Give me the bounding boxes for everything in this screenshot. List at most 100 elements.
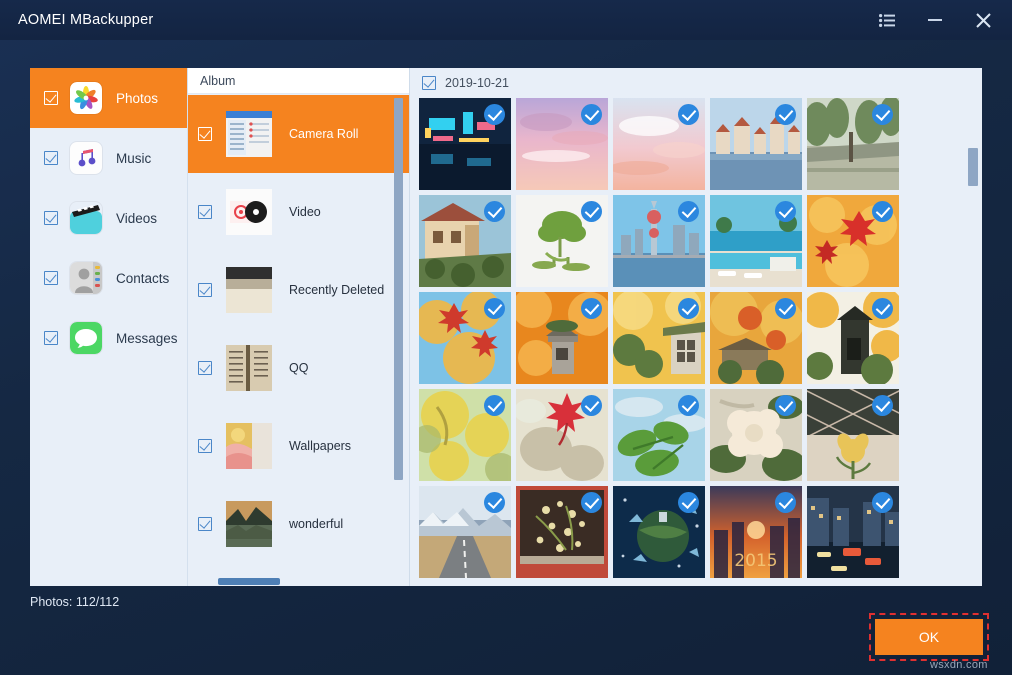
photo-check-badge[interactable]: [872, 395, 893, 416]
photo-thumbnail[interactable]: [613, 98, 705, 190]
window-controls: [876, 9, 994, 31]
album-item-wallpapers[interactable]: Wallpapers: [188, 407, 409, 485]
photo-grid: 2015: [419, 98, 982, 586]
photo-check-badge[interactable]: [581, 298, 602, 319]
close-icon[interactable]: [972, 9, 994, 31]
album-item-video[interactable]: Video: [188, 173, 409, 251]
photo-thumbnail[interactable]: [710, 389, 802, 481]
album-checkbox[interactable]: [198, 517, 212, 531]
photo-thumbnail[interactable]: [419, 195, 511, 287]
sidebar-item-videos[interactable]: Videos: [30, 188, 187, 248]
messages-app-icon: [70, 322, 102, 354]
album-item-label: Camera Roll: [289, 127, 358, 141]
photo-check-badge[interactable]: [678, 298, 699, 319]
main-content: Photos Music: [30, 68, 982, 586]
messages-checkbox[interactable]: [44, 331, 58, 345]
minimize-icon[interactable]: [924, 9, 946, 31]
album-horizontal-scrollbar[interactable]: [218, 578, 280, 585]
photo-thumbnail[interactable]: [613, 195, 705, 287]
photo-check-badge[interactable]: [484, 492, 505, 513]
photo-check-badge[interactable]: [678, 104, 699, 125]
photo-thumbnail[interactable]: [516, 292, 608, 384]
album-item-label: Wallpapers: [289, 439, 351, 453]
photo-check-badge[interactable]: [484, 298, 505, 319]
photo-check-badge[interactable]: [678, 201, 699, 222]
album-checkbox[interactable]: [198, 439, 212, 453]
sidebar-item-label: Messages: [116, 331, 178, 346]
photo-check-badge[interactable]: [775, 395, 796, 416]
album-item-recently-deleted[interactable]: Recently Deleted: [188, 251, 409, 329]
sidebar-item-photos[interactable]: Photos: [30, 68, 187, 128]
music-app-icon: [70, 142, 102, 174]
photo-thumbnail[interactable]: [807, 98, 899, 190]
album-scrollbar-thumb[interactable]: [394, 98, 403, 480]
album-item-camera-roll[interactable]: Camera Roll: [188, 95, 409, 173]
photo-thumbnail[interactable]: [613, 486, 705, 578]
photo-check-badge[interactable]: [581, 104, 602, 125]
music-checkbox[interactable]: [44, 151, 58, 165]
photos-checkbox[interactable]: [44, 91, 58, 105]
photo-thumbnail[interactable]: [710, 195, 802, 287]
photo-check-badge[interactable]: [581, 201, 602, 222]
photo-check-badge[interactable]: [775, 201, 796, 222]
photo-check-badge[interactable]: [581, 395, 602, 416]
photo-check-badge[interactable]: [581, 492, 602, 513]
album-checkbox[interactable]: [198, 205, 212, 219]
date-group-checkbox[interactable]: [422, 76, 436, 90]
contacts-checkbox[interactable]: [44, 271, 58, 285]
photo-check-badge[interactable]: [872, 201, 893, 222]
album-checkbox[interactable]: [198, 283, 212, 297]
photo-thumbnail[interactable]: [807, 389, 899, 481]
photo-check-badge[interactable]: [775, 298, 796, 319]
photo-thumbnail[interactable]: [613, 292, 705, 384]
photo-check-badge[interactable]: [775, 492, 796, 513]
app-title: AOMEI MBackupper: [18, 12, 153, 28]
sidebar-item-label: Contacts: [116, 271, 169, 286]
watermark: wsxdn.com: [930, 659, 988, 671]
photo-thumbnail[interactable]: [516, 195, 608, 287]
photo-thumbnail[interactable]: [419, 389, 511, 481]
album-checkbox[interactable]: [198, 361, 212, 375]
ok-button-area: OK: [869, 613, 989, 661]
album-item-qq[interactable]: QQ: [188, 329, 409, 407]
sidebar-item-music[interactable]: Music: [30, 128, 187, 188]
photo-thumbnail[interactable]: [710, 98, 802, 190]
videos-checkbox[interactable]: [44, 211, 58, 225]
photo-check-badge[interactable]: [678, 492, 699, 513]
photo-thumbnail[interactable]: [419, 98, 511, 190]
album-thumbnail: [226, 189, 272, 235]
album-item-wonderful[interactable]: wonderful: [188, 485, 409, 563]
photo-thumbnail[interactable]: [516, 486, 608, 578]
photo-check-badge[interactable]: [872, 104, 893, 125]
photo-check-badge[interactable]: [484, 104, 505, 125]
photo-check-badge[interactable]: [872, 298, 893, 319]
list-view-glyph: [879, 14, 895, 27]
photo-thumbnail[interactable]: [613, 389, 705, 481]
sidebar-item-contacts[interactable]: Contacts: [30, 248, 187, 308]
photo-thumbnail[interactable]: [807, 195, 899, 287]
list-view-icon[interactable]: [876, 9, 898, 31]
album-checkbox[interactable]: [198, 127, 212, 141]
photo-check-badge[interactable]: [872, 492, 893, 513]
sidebar-item-messages[interactable]: Messages: [30, 308, 187, 368]
album-thumbnail: [226, 267, 272, 313]
photo-scrollbar-thumb[interactable]: [968, 148, 978, 186]
album-scrollbar-track[interactable]: [397, 98, 406, 572]
photo-thumbnail[interactable]: [419, 486, 511, 578]
album-item-label: Video: [289, 205, 321, 219]
photo-check-badge[interactable]: [678, 395, 699, 416]
photo-thumbnail[interactable]: [807, 486, 899, 578]
photo-thumbnail[interactable]: [710, 292, 802, 384]
photo-check-badge[interactable]: [484, 395, 505, 416]
photo-thumbnail[interactable]: [516, 98, 608, 190]
photo-thumbnail[interactable]: [516, 389, 608, 481]
ok-button[interactable]: OK: [875, 619, 983, 655]
photo-thumbnail[interactable]: 2015: [710, 486, 802, 578]
sidebar-item-label: Photos: [116, 91, 158, 106]
photo-thumbnail[interactable]: [807, 292, 899, 384]
photo-check-badge[interactable]: [775, 104, 796, 125]
contacts-app-icon: [70, 262, 102, 294]
photo-check-badge[interactable]: [484, 201, 505, 222]
photo-thumbnail[interactable]: [419, 292, 511, 384]
album-thumbnail: [226, 501, 272, 547]
